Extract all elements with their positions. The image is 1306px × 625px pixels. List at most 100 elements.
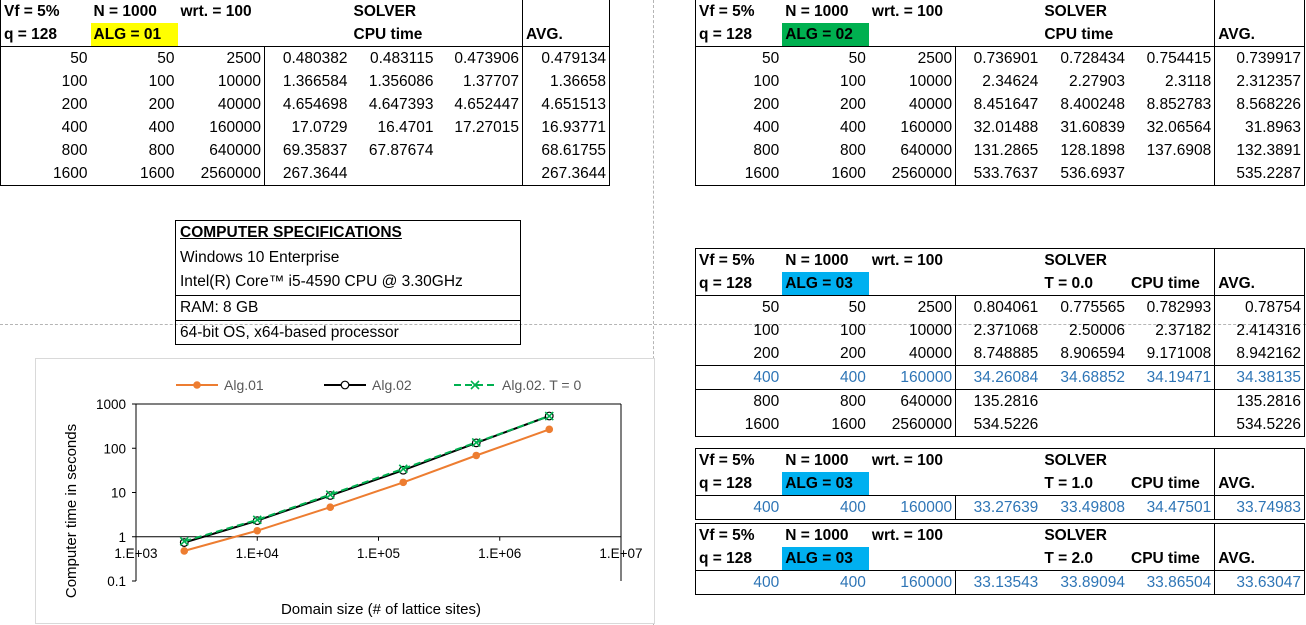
table-cell[interactable]: 4.651513: [522, 93, 610, 116]
avg-header-cell[interactable]: AVG.: [1214, 272, 1305, 296]
solver-cell[interactable]: SOLVER: [1041, 0, 1128, 23]
table-cell[interactable]: 400: [91, 116, 178, 139]
table-cell[interactable]: 33.86504: [1128, 570, 1216, 595]
table-cell[interactable]: 2.50006: [1041, 319, 1128, 342]
table-cell[interactable]: 400: [695, 495, 783, 520]
table-cell[interactable]: 0.804061: [955, 295, 1042, 319]
table-cell[interactable]: 10000: [177, 70, 265, 93]
table-cell[interactable]: 400: [782, 365, 869, 390]
table-cell[interactable]: 8.568226: [1214, 93, 1305, 116]
table-cell[interactable]: [1041, 413, 1129, 437]
table-cell[interactable]: 533.7637: [955, 162, 1042, 186]
table-cell[interactable]: 33.63047: [1214, 570, 1305, 595]
alg-badge[interactable]: ALG = 02: [782, 23, 869, 47]
table-cell[interactable]: 2560000: [177, 162, 265, 186]
vf-cell[interactable]: Vf = 5%: [695, 523, 783, 547]
table-cell[interactable]: [350, 162, 437, 186]
cpu-time-chart[interactable]: 0.1 1 10 100 1000 1.E+03 1.E+04 1.E+05 1.E+06 1.E…: [35, 358, 655, 624]
solver-cell[interactable]: SOLVER: [351, 0, 437, 23]
table-cell[interactable]: 100: [695, 70, 783, 93]
alg-badge[interactable]: ALG = 03: [782, 472, 869, 496]
table-cell[interactable]: 2500: [868, 295, 957, 319]
table-cell[interactable]: 33.27639: [955, 495, 1042, 520]
table-cell[interactable]: 800: [782, 139, 869, 162]
wrt-cell[interactable]: wrt. = 100: [868, 448, 956, 472]
q-cell[interactable]: q = 128: [695, 272, 783, 296]
cpu-time-cell[interactable]: CPU time: [1128, 547, 1216, 571]
table-cell[interactable]: [1128, 162, 1216, 186]
table-cell[interactable]: 200: [695, 342, 783, 366]
table-cell[interactable]: 40000: [868, 342, 957, 366]
table-cell[interactable]: 0.782993: [1128, 295, 1216, 319]
table-cell[interactable]: 10000: [868, 70, 957, 93]
table-cell[interactable]: 160000: [177, 116, 265, 139]
n-cell[interactable]: N = 1000: [782, 448, 869, 472]
table-cell[interactable]: 2.414316: [1214, 319, 1305, 342]
table-cell[interactable]: [436, 139, 523, 162]
table-cell[interactable]: 8.451647: [955, 93, 1042, 116]
n-cell[interactable]: N = 1000: [782, 0, 869, 23]
table-cell[interactable]: 4.654698: [264, 93, 351, 116]
table-cell[interactable]: 800: [91, 139, 178, 162]
avg-header-cell[interactable]: AVG.: [522, 23, 610, 47]
table-cell[interactable]: 200: [695, 93, 783, 116]
table-cell[interactable]: 100: [695, 319, 783, 342]
table-cell[interactable]: 267.3644: [264, 162, 351, 186]
table-cell[interactable]: 34.38135: [1214, 365, 1305, 390]
table-cell[interactable]: 10000: [868, 319, 957, 342]
table-cell[interactable]: 4.647393: [351, 93, 437, 116]
table-cell[interactable]: 17.0729: [264, 116, 351, 139]
table-cell[interactable]: 34.68852: [1041, 365, 1129, 390]
table-cell[interactable]: 132.3891: [1214, 139, 1305, 162]
solver-cell[interactable]: SOLVER: [1041, 448, 1129, 472]
t-value-cell[interactable]: T = 2.0: [1041, 547, 1128, 571]
table-cell[interactable]: 400: [695, 116, 783, 139]
table-cell[interactable]: 33.89094: [1041, 570, 1129, 595]
alg-badge[interactable]: ALG = 01: [90, 23, 178, 47]
wrt-cell[interactable]: wrt. = 100: [178, 0, 265, 23]
table-cell[interactable]: 2.312357: [1214, 70, 1305, 93]
solver-cell[interactable]: SOLVER: [1041, 248, 1129, 272]
cpu-time-cell[interactable]: CPU time: [1128, 272, 1216, 296]
table-cell[interactable]: 640000: [177, 139, 265, 162]
table-cell[interactable]: 32.06564: [1128, 116, 1216, 139]
table-cell[interactable]: 40000: [177, 93, 265, 116]
table-cell[interactable]: 1600: [782, 162, 869, 186]
table-cell[interactable]: 200: [782, 93, 869, 116]
table-cell[interactable]: 1600: [695, 413, 783, 437]
table-cell[interactable]: 400: [782, 116, 869, 139]
table-cell[interactable]: 33.74983: [1214, 495, 1305, 520]
table-cell[interactable]: 2500: [177, 46, 265, 70]
table-cell[interactable]: 200: [91, 93, 178, 116]
table-cell[interactable]: 2560000: [868, 413, 957, 437]
table-cell[interactable]: 8.906594: [1041, 342, 1128, 366]
table-cell[interactable]: 1.37707: [436, 70, 523, 93]
table-cell[interactable]: 100: [782, 70, 869, 93]
table-cell[interactable]: 800: [0, 139, 91, 162]
table-cell[interactable]: 17.27015: [436, 116, 523, 139]
table-cell[interactable]: 160000: [868, 570, 957, 595]
table-cell[interactable]: 2.37182: [1128, 319, 1216, 342]
table-cell[interactable]: 2.371068: [955, 319, 1042, 342]
table-cell[interactable]: 640000: [868, 139, 957, 162]
vf-cell[interactable]: Vf = 5%: [695, 248, 783, 272]
table-cell[interactable]: 8.400248: [1041, 93, 1128, 116]
table-cell[interactable]: 50: [695, 295, 783, 319]
table-cell[interactable]: 160000: [868, 116, 957, 139]
q-cell[interactable]: q = 128: [695, 547, 783, 571]
table-cell[interactable]: 31.8963: [1214, 116, 1305, 139]
table-cell[interactable]: 0.754415: [1128, 46, 1216, 70]
cpu-time-cell[interactable]: CPU time: [351, 23, 437, 47]
table-cell[interactable]: 8.942162: [1214, 342, 1305, 366]
t-value-cell[interactable]: T = 0.0: [1041, 272, 1128, 296]
solver-cell[interactable]: SOLVER: [1041, 523, 1129, 547]
t-value-cell[interactable]: T = 1.0: [1041, 472, 1128, 496]
table-cell[interactable]: 32.01488: [955, 116, 1042, 139]
table-cell[interactable]: 34.47501: [1128, 495, 1216, 520]
avg-header-cell[interactable]: AVG.: [1214, 547, 1305, 571]
table-cell[interactable]: 800: [695, 139, 783, 162]
wrt-cell[interactable]: wrt. = 100: [868, 523, 956, 547]
table-cell[interactable]: 0.483115: [350, 46, 437, 70]
table-cell[interactable]: 800: [695, 389, 783, 413]
table-cell[interactable]: 0.473906: [436, 46, 523, 70]
